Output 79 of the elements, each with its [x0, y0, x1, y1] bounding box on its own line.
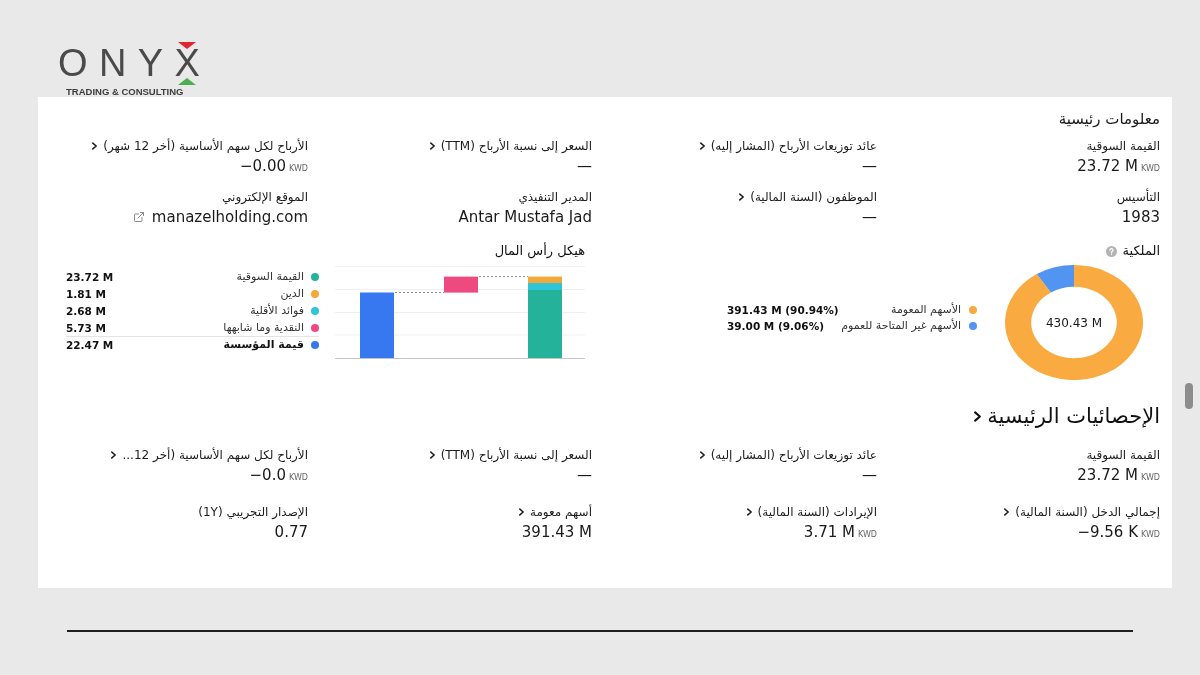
chevron-icon	[92, 142, 98, 150]
connector-line	[395, 292, 444, 293]
chevron-icon	[739, 193, 745, 201]
legend-value: 2.68 M	[66, 303, 106, 319]
section-subtitle: الملكية	[1122, 243, 1160, 259]
chevron-icon	[974, 410, 982, 422]
field-value: 1983	[1121, 207, 1160, 227]
field-label: الإصدار التجريبي (1Y)	[198, 504, 308, 520]
logo-tagline: TRADING & CONSULTING	[66, 87, 184, 97]
legend-label: النقدية وما شابهها	[223, 319, 304, 336]
chevron-icon	[699, 451, 705, 459]
chevron-icon	[429, 451, 435, 459]
website-link[interactable]: manazelholding.com	[132, 207, 308, 227]
section-title-link[interactable]: الإحصائيات الرئيسية	[974, 402, 1160, 430]
connector-line	[479, 276, 528, 278]
field-label: القيمة السوقية	[1086, 447, 1160, 463]
chevron-icon	[746, 508, 752, 516]
logo-wordmark: ONYX	[58, 49, 212, 78]
chart-bar	[360, 292, 394, 358]
field-label: القيمة السوقية	[1086, 138, 1160, 154]
field-value: 23.72 M	[1077, 465, 1138, 485]
field-label-link[interactable]: عائد توزيعات الأرباح (المشار إليه)	[699, 447, 877, 463]
field-value: −0.00	[240, 156, 286, 176]
currency-unit: KWD	[1140, 472, 1160, 484]
down-triangle-icon	[178, 42, 197, 49]
field-value: —	[862, 207, 877, 227]
field-value: —	[577, 465, 592, 485]
chevron-icon	[429, 142, 435, 150]
legend-value: 22.47 M	[66, 338, 114, 353]
legend-value: 39.00 M (9.06%)	[727, 319, 824, 334]
donut-center-value: 430.43 M	[1045, 314, 1103, 331]
help-icon[interactable]	[1105, 245, 1117, 257]
field-value: —	[577, 156, 592, 176]
field-value: 23.72 M	[1077, 156, 1138, 176]
field-label: الموقع الإلكتروني	[222, 189, 308, 205]
currency-unit: KWD	[1140, 163, 1160, 175]
legend-label: الأسهم المعومة	[891, 302, 961, 318]
currency-unit: KWD	[288, 163, 308, 175]
legend-label: الدين	[280, 285, 304, 302]
section-subtitle: هيكل رأس المال	[494, 243, 585, 259]
legend-label: قيمة المؤسسة	[223, 337, 304, 353]
field-label-link[interactable]: الأرباح لكل سهم الأساسية (أخر 12...	[111, 447, 308, 463]
legend-value: 5.73 M	[66, 320, 106, 336]
chevron-icon	[1004, 508, 1010, 516]
field-value: Antar Mustafa Jad	[458, 207, 592, 227]
field-label-link[interactable]: إجمالي الدخل (السنة المالية)	[1004, 504, 1160, 520]
currency-unit: KWD	[1140, 529, 1160, 541]
scrollbar-thumb[interactable]	[1185, 383, 1193, 409]
section-title: معلومات رئيسية	[1058, 109, 1160, 129]
field-label: المدير التنفيذي	[518, 189, 592, 205]
legend-value: 23.72 M	[66, 269, 114, 285]
field-label-link[interactable]: عائد توزيعات الأرباح (المشار إليه)	[699, 138, 877, 154]
field-value: −9.56 K	[1077, 522, 1138, 542]
chart-bar	[444, 276, 478, 293]
chevron-icon	[699, 142, 705, 150]
legend-label: فوائد الأقلية	[250, 302, 304, 319]
chevron-icon	[111, 451, 117, 459]
up-triangle-icon	[178, 78, 197, 85]
external-link-icon	[132, 211, 145, 223]
field-value: —	[862, 156, 877, 176]
field-label-link[interactable]: الإيرادات (السنة المالية)	[746, 504, 877, 520]
currency-unit: KWD	[857, 529, 877, 541]
field-value: −0.0	[249, 465, 286, 485]
field-value: 3.71 M	[803, 522, 855, 542]
legend-value: 1.81 M	[66, 286, 106, 302]
legend-label: القيمة السوقية	[236, 268, 304, 285]
currency-unit: KWD	[288, 472, 308, 484]
field-value: 0.77	[274, 522, 308, 542]
legend-value: 391.43 M (90.94%)	[727, 303, 839, 318]
field-label-link[interactable]: السعر إلى نسبة الأرباح (TTM)	[429, 138, 592, 154]
legend-label: الأسهم غير المتاحة للعموم	[841, 318, 961, 334]
field-label-link[interactable]: الأرباح لكل سهم الأساسية (أخر 12 شهر)	[92, 138, 308, 154]
field-label: التأسيس	[1116, 189, 1160, 205]
chevron-icon	[519, 508, 524, 516]
field-label-link[interactable]: أسهم معومة	[519, 504, 592, 520]
field-label-link[interactable]: السعر إلى نسبة الأرباح (TTM)	[429, 447, 592, 463]
field-value: —	[862, 465, 877, 485]
field-label-link[interactable]: الموظفون (السنة المالية)	[739, 189, 877, 205]
field-value: 391.43 M	[521, 522, 592, 542]
